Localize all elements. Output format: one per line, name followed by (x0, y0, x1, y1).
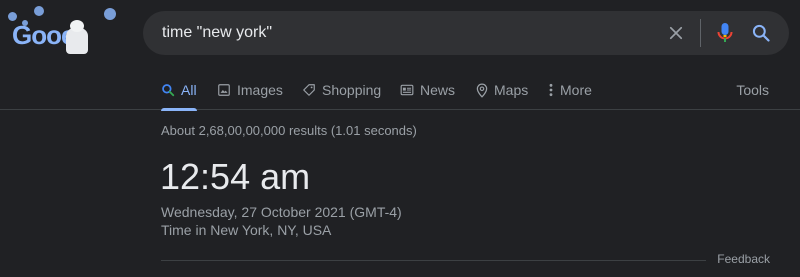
current-time: 12:54 am (160, 156, 311, 197)
search-input[interactable] (143, 23, 658, 43)
close-icon[interactable] (658, 13, 694, 53)
tab-label: Maps (494, 82, 529, 98)
feedback-link[interactable]: Feedback (717, 252, 770, 266)
current-date: Wednesday, 27 October 2021 (GMT-4) (161, 204, 402, 220)
tab-label: All (181, 82, 197, 98)
search-icon (162, 84, 175, 97)
tab-images[interactable]: Images (217, 70, 283, 110)
tab-more[interactable]: More (548, 70, 592, 110)
tools-button[interactable]: Tools (736, 70, 769, 110)
image-icon (218, 84, 230, 96)
map-pin-icon (476, 83, 488, 98)
search-tabs: All Images Shopping News Maps More Tools (0, 70, 800, 111)
search-bar (143, 11, 789, 55)
result-divider (161, 260, 706, 261)
search-icon[interactable] (743, 13, 779, 53)
tools-label: Tools (736, 82, 769, 98)
microphone-icon[interactable] (707, 13, 743, 53)
tag-icon (303, 84, 315, 96)
result-stats: About 2,68,00,00,000 results (1.01 secon… (161, 123, 417, 138)
news-icon (400, 84, 414, 96)
time-location: Time in New York, NY, USA (161, 222, 332, 238)
tab-label: Shopping (322, 82, 382, 98)
search-bar-divider (700, 19, 701, 47)
doodle-dot (104, 8, 116, 20)
doodle-dot (34, 6, 44, 16)
tab-label: News (420, 82, 456, 98)
tab-label: Images (237, 82, 283, 98)
tab-all[interactable]: All (161, 70, 197, 111)
more-vert-icon (549, 83, 553, 97)
google-doodle-logo[interactable]: Gooe (8, 6, 133, 56)
doodle-figure (66, 20, 88, 54)
tab-shopping[interactable]: Shopping (302, 70, 381, 110)
tab-maps[interactable]: Maps (476, 70, 528, 110)
tab-news[interactable]: News (400, 70, 455, 110)
tab-label: More (560, 82, 592, 98)
